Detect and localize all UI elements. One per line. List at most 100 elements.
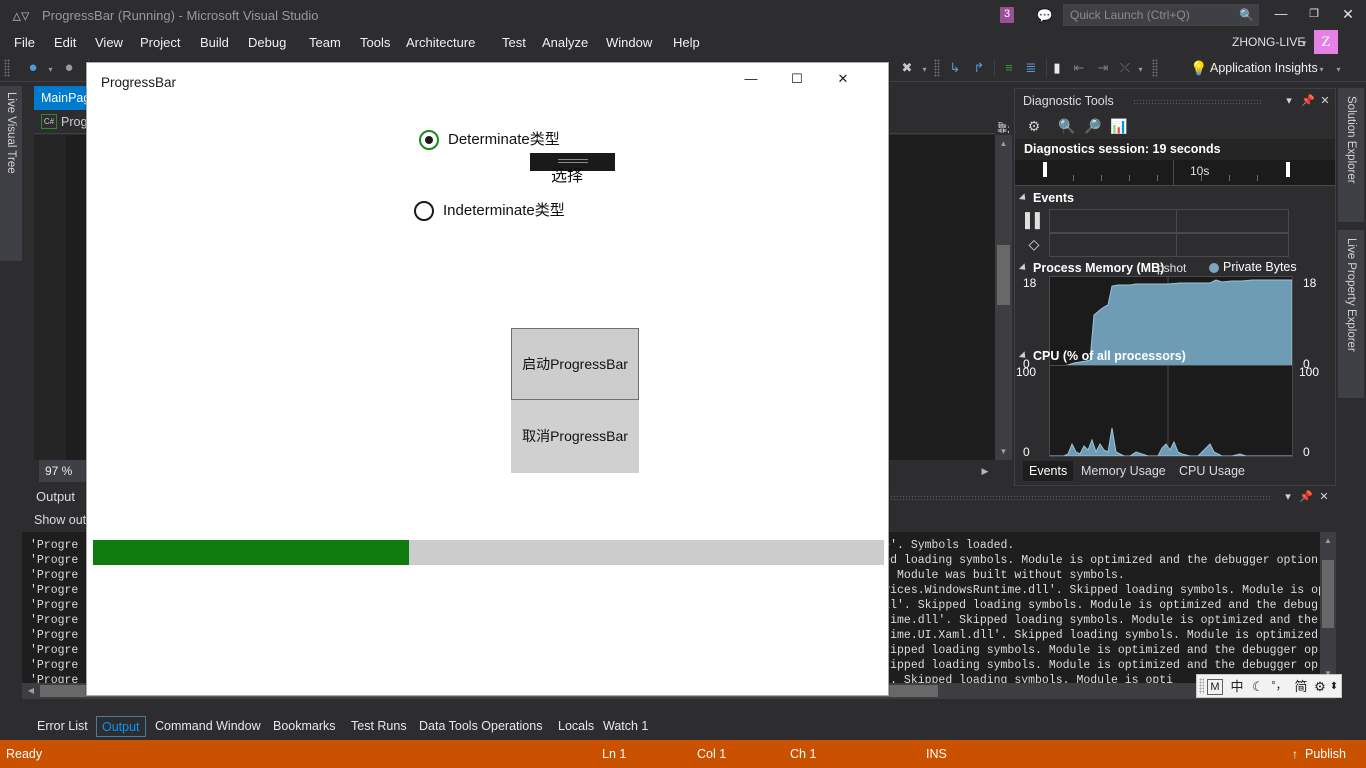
tab-data-tools-operations[interactable]: Data Tools Operations xyxy=(414,716,547,737)
scroll-down-icon[interactable]: ▼ xyxy=(995,443,1012,460)
ime-halfwidth-icon[interactable]: ☾ xyxy=(1250,677,1266,696)
collapse-triangle-icon[interactable] xyxy=(1018,263,1029,273)
editor-vertical-scrollbar[interactable]: ▲ ▼ xyxy=(995,135,1012,460)
radio-circle-icon[interactable] xyxy=(419,130,439,150)
clear-bookmarks-icon[interactable]: ⤫ xyxy=(1116,58,1134,78)
tab-locals[interactable]: Locals xyxy=(553,716,599,737)
dropdown-chevron-icon[interactable]: ▾ xyxy=(1281,93,1297,109)
tab-error-list[interactable]: Error List xyxy=(32,716,93,737)
ime-language-bar[interactable]: M 中 ☾ °， 简 ⚙ ⬍ xyxy=(1196,674,1342,698)
scroll-right-icon[interactable]: ▶ xyxy=(978,464,992,478)
events-track-program[interactable] xyxy=(1049,233,1289,257)
scrollbar-thumb[interactable] xyxy=(1322,560,1334,628)
diagnostics-timeline[interactable]: 10s xyxy=(1015,160,1335,186)
pin-icon[interactable]: 📌 xyxy=(1298,488,1314,506)
app-maximize-button[interactable]: ☐ xyxy=(774,63,820,95)
tab-watch-1[interactable]: Watch 1 xyxy=(598,716,653,737)
dock-tab-live-property-explorer[interactable]: Live Property Explorer xyxy=(1338,230,1364,398)
ime-mode-m-icon[interactable]: M xyxy=(1207,679,1223,695)
status-publish[interactable]: Publish xyxy=(1305,745,1346,763)
dock-tab-live-visual-tree[interactable]: Live Visual Tree xyxy=(0,86,22,261)
quick-launch-input[interactable] xyxy=(1064,5,1234,25)
start-progressbar-button[interactable]: 启动ProgressBar xyxy=(511,328,639,400)
chevron-down-icon[interactable]: ▾ xyxy=(46,64,55,76)
ime-chinese-icon[interactable]: 中 xyxy=(1229,677,1245,696)
send-feedback-icon[interactable]: 💬 xyxy=(1036,7,1054,24)
toolbar-grip[interactable] xyxy=(934,59,940,77)
menu-test[interactable]: Test xyxy=(496,32,532,54)
cancel-progressbar-button[interactable]: 取消ProgressBar xyxy=(511,400,639,472)
timeline-start-marker[interactable] xyxy=(1043,162,1047,177)
zoom-out-icon[interactable]: 🔎 xyxy=(1083,117,1103,135)
scroll-up-icon[interactable]: ▲ xyxy=(995,135,1012,152)
tab-events[interactable]: Events xyxy=(1023,461,1074,481)
menu-help[interactable]: Help xyxy=(667,32,706,54)
uncomment-selection-icon[interactable]: ≣ xyxy=(1020,58,1042,78)
step-into-icon[interactable]: ↳ xyxy=(944,58,966,78)
menu-project[interactable]: Project xyxy=(134,32,186,54)
chevron-down-icon[interactable]: ▾ xyxy=(920,64,929,76)
navigate-forward-icon[interactable]: ● xyxy=(58,58,80,78)
show-all-graphs-icon[interactable]: 📊 xyxy=(1109,117,1129,135)
tab-memory-usage[interactable]: Memory Usage xyxy=(1075,461,1172,481)
scrollbar-thumb[interactable] xyxy=(997,245,1010,305)
ime-simplified-icon[interactable]: 简 xyxy=(1293,677,1309,696)
search-icon[interactable]: 🔍 xyxy=(1239,7,1254,23)
timeline-end-marker[interactable] xyxy=(1286,162,1290,177)
scroll-up-icon[interactable]: ▲ xyxy=(1320,535,1336,547)
bookmark-icon[interactable]: ▮ xyxy=(1048,58,1066,78)
toolbar-grip[interactable] xyxy=(4,59,10,77)
application-insights-label[interactable]: Application Insights xyxy=(1210,59,1318,77)
menu-analyze[interactable]: Analyze xyxy=(536,32,594,54)
collapse-triangle-icon[interactable] xyxy=(1018,193,1029,203)
tab-output[interactable]: Output xyxy=(96,716,146,737)
lightbulb-icon[interactable]: 💡 xyxy=(1190,58,1208,78)
maximize-restore-button[interactable]: ❐ xyxy=(1300,2,1328,26)
tab-bookmarks[interactable]: Bookmarks xyxy=(268,716,341,737)
dock-tab-solution-explorer[interactable]: Solution Explorer xyxy=(1338,88,1364,222)
settings-gear-icon[interactable]: ⚙ xyxy=(1024,117,1044,135)
next-bookmark-icon[interactable]: ⇥ xyxy=(1094,58,1112,78)
publish-arrow-icon[interactable]: ↑ xyxy=(1289,745,1301,763)
cpu-usage-chart[interactable] xyxy=(1049,365,1293,457)
menu-architecture[interactable]: Architecture xyxy=(400,32,481,54)
toolbar-grip[interactable] xyxy=(1152,59,1158,77)
close-icon[interactable]: ✕ xyxy=(1316,488,1332,506)
minimize-button[interactable]: — xyxy=(1267,2,1295,26)
close-icon[interactable]: ✕ xyxy=(1317,93,1333,109)
previous-bookmark-icon[interactable]: ⇤ xyxy=(1070,58,1088,78)
menu-debug[interactable]: Debug xyxy=(242,32,292,54)
cpu-section-header[interactable]: CPU (% of all processors) xyxy=(1015,347,1335,365)
toolbar-overflow-icon[interactable]: ▾ xyxy=(1334,64,1343,76)
chevron-down-icon[interactable]: ▾ xyxy=(1317,64,1326,76)
radio-circle-icon[interactable] xyxy=(414,201,434,221)
chevron-down-icon[interactable]: ▾ xyxy=(1136,64,1145,76)
menu-build[interactable]: Build xyxy=(194,32,235,54)
pin-icon[interactable]: 📌 xyxy=(1300,93,1316,109)
ime-settings-gear-icon[interactable]: ⚙ xyxy=(1312,677,1328,696)
tab-test-runs[interactable]: Test Runs xyxy=(346,716,412,737)
comment-selection-icon[interactable]: ≡ xyxy=(998,58,1020,78)
menu-team[interactable]: Team xyxy=(303,32,347,54)
menu-file[interactable]: File xyxy=(8,32,41,54)
output-vertical-scrollbar[interactable]: ▲ ▼ xyxy=(1320,532,1336,683)
toggle-breakpoint-icon[interactable]: ✖ xyxy=(896,58,918,78)
app-close-button[interactable]: ✕ xyxy=(820,63,866,95)
events-section-header[interactable]: Events xyxy=(1015,189,1335,207)
step-out-icon[interactable]: ↱ xyxy=(968,58,990,78)
close-button[interactable]: ✕ xyxy=(1334,2,1362,26)
menu-window[interactable]: Window xyxy=(600,32,658,54)
quick-launch-box[interactable]: 🔍 xyxy=(1063,4,1259,26)
zoom-in-icon[interactable]: 🔍 xyxy=(1057,117,1077,135)
collapse-triangle-icon[interactable] xyxy=(1018,351,1029,361)
ime-punctuation-icon[interactable]: °， xyxy=(1267,677,1291,696)
app-minimize-button[interactable]: — xyxy=(728,63,774,95)
events-track-ide[interactable] xyxy=(1049,209,1289,233)
ime-grip[interactable] xyxy=(1199,678,1204,694)
menu-edit[interactable]: Edit xyxy=(48,32,82,54)
ime-more-icon[interactable]: ⬍ xyxy=(1328,677,1340,696)
scroll-left-icon[interactable]: ◀ xyxy=(25,685,37,697)
menu-tools[interactable]: Tools xyxy=(354,32,396,54)
navigate-backward-icon[interactable]: ● xyxy=(22,58,44,78)
menu-view[interactable]: View xyxy=(89,32,129,54)
